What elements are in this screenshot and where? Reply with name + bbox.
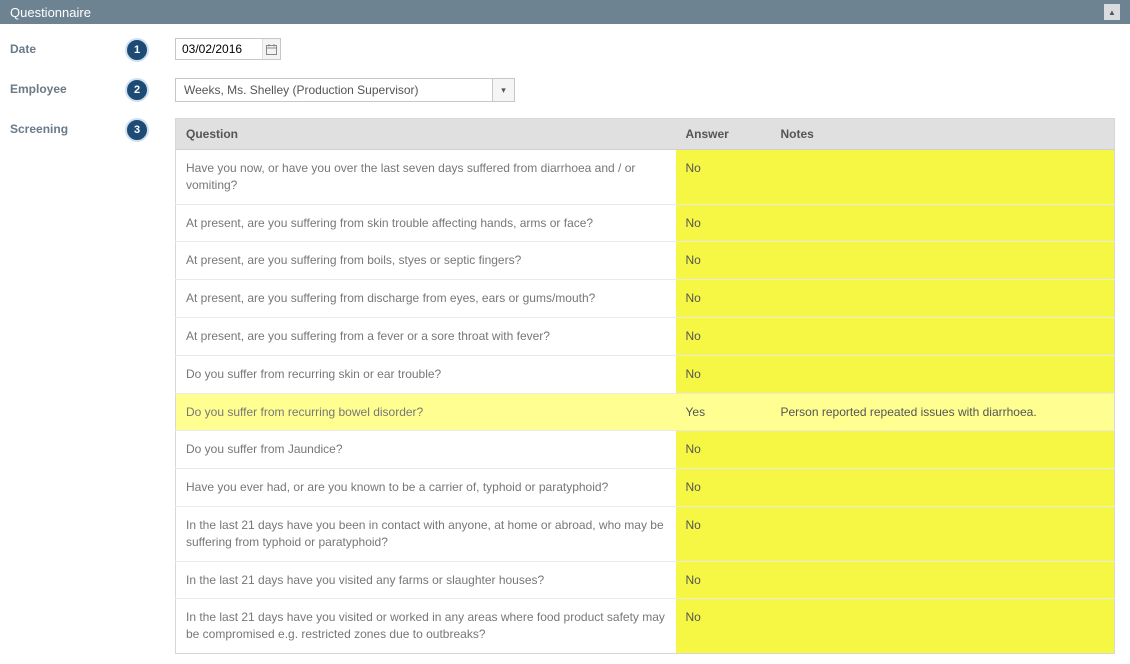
panel-header: Questionnaire ▲ bbox=[0, 0, 1130, 24]
cell-answer[interactable]: No bbox=[676, 599, 771, 654]
panel-title: Questionnaire bbox=[10, 5, 91, 20]
cell-notes[interactable] bbox=[771, 317, 1115, 355]
table-row: In the last 21 days have you visited any… bbox=[176, 561, 1115, 599]
cell-notes[interactable] bbox=[771, 204, 1115, 242]
cell-question: At present, are you suffering from skin … bbox=[176, 204, 676, 242]
row-date: Date 1 bbox=[10, 38, 1120, 62]
chevron-down-icon[interactable]: ▾ bbox=[492, 79, 514, 101]
badge-col-1: 1 bbox=[125, 38, 175, 62]
cell-answer[interactable]: No bbox=[676, 242, 771, 280]
row-employee: Employee 2 Weeks, Ms. Shelley (Productio… bbox=[10, 78, 1120, 102]
cell-question: In the last 21 days have you visited any… bbox=[176, 561, 676, 599]
cell-answer[interactable]: No bbox=[676, 150, 771, 205]
cell-notes[interactable] bbox=[771, 506, 1115, 561]
cell-question: Do you suffer from recurring skin or ear… bbox=[176, 355, 676, 393]
cell-notes[interactable] bbox=[771, 561, 1115, 599]
cell-answer[interactable]: No bbox=[676, 317, 771, 355]
cell-question: Do you suffer from Jaundice? bbox=[176, 431, 676, 469]
table-row: At present, are you suffering from skin … bbox=[176, 204, 1115, 242]
label-date: Date bbox=[10, 38, 125, 56]
collapse-button[interactable]: ▲ bbox=[1104, 4, 1120, 20]
cell-notes[interactable] bbox=[771, 431, 1115, 469]
table-row: Do you suffer from Jaundice?No bbox=[176, 431, 1115, 469]
table-row: Have you ever had, or are you known to b… bbox=[176, 469, 1115, 507]
table-row: In the last 21 days have you visited or … bbox=[176, 599, 1115, 654]
label-employee: Employee bbox=[10, 78, 125, 96]
step-badge-1: 1 bbox=[125, 38, 149, 62]
employee-select-value: Weeks, Ms. Shelley (Production Superviso… bbox=[176, 83, 427, 97]
table-row: Have you now, or have you over the last … bbox=[176, 150, 1115, 205]
table-row: In the last 21 days have you been in con… bbox=[176, 506, 1115, 561]
table-row: At present, are you suffering from a fev… bbox=[176, 317, 1115, 355]
cell-answer[interactable]: No bbox=[676, 280, 771, 318]
cell-question: At present, are you suffering from boils… bbox=[176, 242, 676, 280]
cell-question: At present, are you suffering from disch… bbox=[176, 280, 676, 318]
header-answer: Answer bbox=[676, 119, 771, 150]
header-question: Question bbox=[176, 119, 676, 150]
cell-answer[interactable]: No bbox=[676, 355, 771, 393]
cell-question: Have you now, or have you over the last … bbox=[176, 150, 676, 205]
cell-answer[interactable]: Yes bbox=[676, 393, 771, 431]
field-date bbox=[175, 38, 1120, 60]
table-body: Have you now, or have you over the last … bbox=[176, 150, 1115, 654]
cell-notes[interactable] bbox=[771, 469, 1115, 507]
badge-col-3: 3 bbox=[125, 118, 175, 142]
cell-answer[interactable]: No bbox=[676, 561, 771, 599]
cell-question: Do you suffer from recurring bowel disor… bbox=[176, 393, 676, 431]
cell-question: In the last 21 days have you been in con… bbox=[176, 506, 676, 561]
cell-answer[interactable]: No bbox=[676, 506, 771, 561]
date-input-wrap bbox=[175, 38, 281, 60]
cell-notes[interactable] bbox=[771, 280, 1115, 318]
employee-select[interactable]: Weeks, Ms. Shelley (Production Superviso… bbox=[175, 78, 515, 102]
header-notes: Notes bbox=[771, 119, 1115, 150]
row-screening: Screening 3 Question Answer Notes Have y… bbox=[10, 118, 1120, 654]
date-input[interactable] bbox=[176, 40, 262, 58]
cell-notes[interactable] bbox=[771, 150, 1115, 205]
table-row: Do you suffer from recurring bowel disor… bbox=[176, 393, 1115, 431]
screening-table: Question Answer Notes Have you now, or h… bbox=[175, 118, 1115, 654]
badge-col-2: 2 bbox=[125, 78, 175, 102]
cell-notes[interactable] bbox=[771, 355, 1115, 393]
step-badge-2: 2 bbox=[125, 78, 149, 102]
cell-answer[interactable]: No bbox=[676, 431, 771, 469]
table-row: Do you suffer from recurring skin or ear… bbox=[176, 355, 1115, 393]
label-screening: Screening bbox=[10, 118, 125, 136]
calendar-icon[interactable] bbox=[262, 39, 280, 59]
cell-question: Have you ever had, or are you known to b… bbox=[176, 469, 676, 507]
panel-content: Date 1 Employee 2 Weeks, Ms. Shelley (Pr… bbox=[0, 24, 1130, 664]
table-row: At present, are you suffering from disch… bbox=[176, 280, 1115, 318]
cell-answer[interactable]: No bbox=[676, 204, 771, 242]
cell-notes[interactable] bbox=[771, 242, 1115, 280]
field-employee: Weeks, Ms. Shelley (Production Superviso… bbox=[175, 78, 1120, 102]
step-badge-3: 3 bbox=[125, 118, 149, 142]
table-row: At present, are you suffering from boils… bbox=[176, 242, 1115, 280]
cell-notes[interactable]: Person reported repeated issues with dia… bbox=[771, 393, 1115, 431]
cell-answer[interactable]: No bbox=[676, 469, 771, 507]
table-header-row: Question Answer Notes bbox=[176, 119, 1115, 150]
cell-notes[interactable] bbox=[771, 599, 1115, 654]
cell-question: In the last 21 days have you visited or … bbox=[176, 599, 676, 654]
cell-question: At present, are you suffering from a fev… bbox=[176, 317, 676, 355]
field-screening: Question Answer Notes Have you now, or h… bbox=[175, 118, 1120, 654]
